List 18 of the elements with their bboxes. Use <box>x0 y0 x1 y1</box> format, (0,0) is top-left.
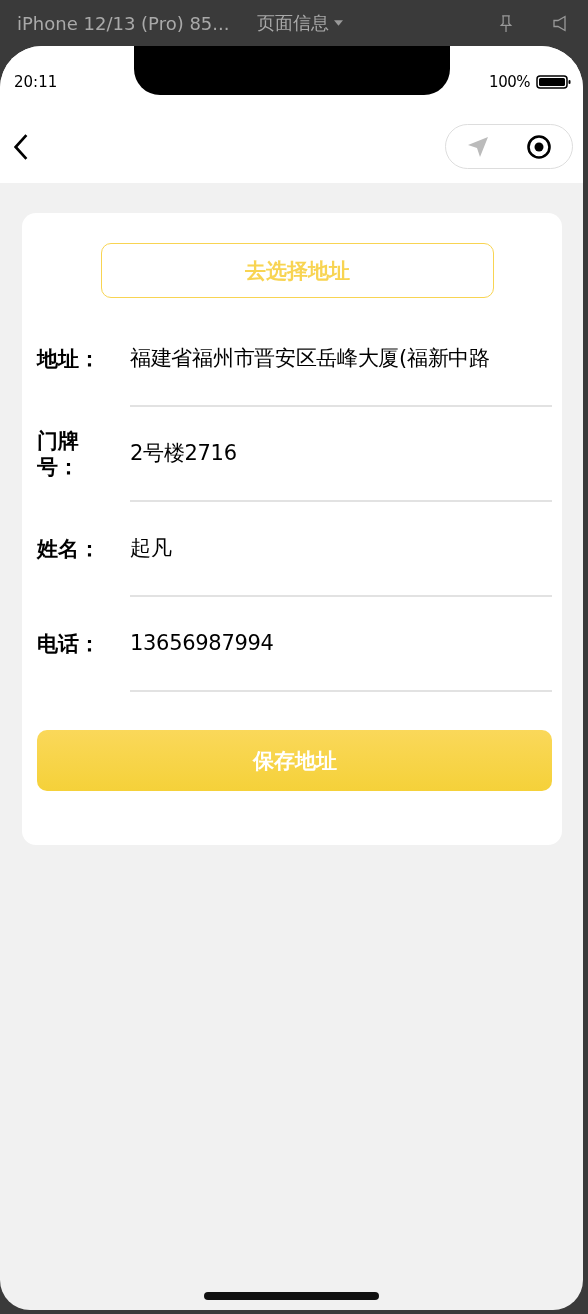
page-info-menu[interactable]: 页面信息 <box>257 11 329 35</box>
target-icon[interactable] <box>526 133 552 160</box>
status-time: 20:11 <box>14 73 58 91</box>
dropdown-caret-icon[interactable] <box>334 20 343 26</box>
field-label: 电话： <box>37 631 101 658</box>
input-field[interactable]: 2号楼2716 <box>130 406 552 502</box>
pin-icon[interactable] <box>498 13 514 33</box>
battery-percent: 100% <box>489 73 530 91</box>
device-selector[interactable]: iPhone 12/13 (Pro) 85... <box>17 12 257 34</box>
input-field[interactable]: 13656987994 <box>130 596 552 692</box>
field-label: 地址： <box>37 346 101 373</box>
battery-icon <box>536 75 572 89</box>
input-field[interactable]: 福建省福州市晋安区岳峰大厦(福新中路 <box>130 311 552 407</box>
back-icon[interactable] <box>13 132 29 161</box>
input-field[interactable]: 起凡 <box>130 501 552 597</box>
speaker-icon[interactable] <box>552 13 568 33</box>
field-label: 姓名： <box>37 536 101 563</box>
field-label: 门牌号： <box>37 429 80 480</box>
